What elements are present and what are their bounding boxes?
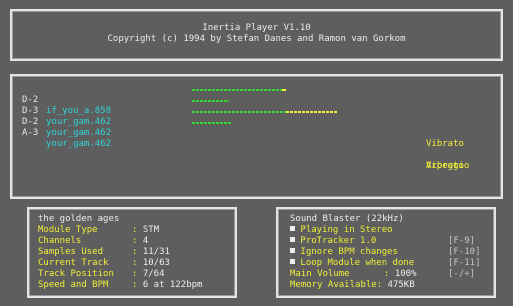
separator: : bbox=[132, 236, 138, 246]
sound-device-panel: Sound Blaster (22kHz) Playing in Stereo … bbox=[276, 207, 496, 298]
memory-label: Memory Available: bbox=[290, 280, 383, 290]
sound-device-name: Sound Blaster (22kHz) bbox=[290, 214, 404, 224]
module-type-label: Module Type bbox=[38, 225, 98, 235]
module-name: the golden ages bbox=[38, 214, 120, 224]
channels-value: 4 bbox=[142, 236, 149, 246]
speed-value-row: : 6 at 122bpm bbox=[132, 280, 202, 291]
option-label: Playing in Stereo bbox=[300, 225, 393, 235]
separator: : bbox=[132, 225, 138, 235]
volume-label: Main Volume bbox=[290, 269, 350, 279]
channels-row: Channels bbox=[38, 236, 81, 247]
app-title: Inertia Player V1.10 bbox=[202, 23, 311, 33]
track-row: Current Track bbox=[38, 258, 108, 269]
volume-value-row[interactable]: : 100% bbox=[384, 269, 417, 280]
position-value: 7/64 bbox=[142, 269, 165, 279]
option-hotkey: [F-10] bbox=[448, 247, 481, 257]
option-hotkey: [F-9] bbox=[448, 236, 476, 246]
channel-row: A-3 your_gam.462 Vibrato bbox=[22, 117, 464, 171]
samples-value-row: : 11/31 bbox=[132, 247, 170, 258]
channel-volume-overflow bbox=[286, 111, 337, 113]
samples-row: Samples Used bbox=[38, 247, 103, 258]
channel-effect: Vibrato bbox=[426, 139, 464, 149]
volume-value: 100% bbox=[394, 269, 417, 279]
channel-row: D-2 your_gam.462 Arpeggio bbox=[22, 106, 469, 171]
track-value-row: : 10/63 bbox=[132, 258, 170, 269]
channel-sample: your_gam.462 bbox=[46, 139, 112, 149]
channel-sample: your_gam.462 bbox=[46, 128, 112, 138]
position-value-row: : 7/64 bbox=[132, 269, 165, 280]
position-label: Track Position bbox=[38, 269, 114, 279]
channel-row: D-2 if_you_a.858 bbox=[22, 84, 286, 116]
option-stereo[interactable]: Playing in Stereo bbox=[290, 225, 393, 236]
channel-volume-meter bbox=[192, 111, 286, 113]
track-label: Current Track bbox=[38, 258, 109, 268]
bullet-icon bbox=[290, 237, 295, 242]
channel-volume-meter bbox=[192, 100, 229, 102]
bullet-icon bbox=[290, 248, 295, 253]
channel-panel: D-2 if_you_a.858 D-3 your_gam.462 Vibrat… bbox=[10, 74, 503, 199]
option-loop[interactable]: Loop Module when done bbox=[290, 258, 414, 269]
channel-sample: your_gam.462 bbox=[46, 117, 112, 127]
channels-label: Channels bbox=[38, 236, 82, 246]
module-type-value-row: : STM bbox=[132, 225, 159, 236]
memory-row: Memory Available: 475KB bbox=[290, 280, 415, 291]
samples-label: Samples Used bbox=[38, 247, 104, 257]
separator: : bbox=[132, 258, 138, 268]
option-label: ProTracker 1.0 bbox=[300, 236, 377, 246]
separator: : bbox=[132, 247, 138, 257]
bullet-icon bbox=[290, 259, 295, 264]
channel-volume-meter bbox=[192, 89, 282, 91]
title-panel: Inertia Player V1.10 Copyright (c) 1994 … bbox=[10, 9, 503, 61]
option-label: Loop Module when done bbox=[300, 258, 415, 268]
channel-volume-meter bbox=[192, 122, 232, 124]
channel-note: A-3 bbox=[22, 128, 39, 138]
speed-value: 6 at 122bpm bbox=[142, 280, 203, 290]
channels-value-row: : 4 bbox=[132, 236, 148, 247]
volume-hotkey: [-/+] bbox=[448, 269, 476, 279]
separator: : bbox=[132, 280, 138, 290]
channel-effect: Vibrato bbox=[426, 161, 464, 171]
speed-row: Speed and BPM bbox=[38, 280, 108, 291]
bullet-icon bbox=[290, 226, 295, 231]
channel-peak-marker bbox=[282, 89, 286, 91]
module-type-row: Module Type bbox=[38, 225, 98, 236]
samples-value: 11/31 bbox=[142, 247, 170, 257]
module-info-panel: the golden ages Module Type : STM Channe… bbox=[27, 207, 237, 298]
copyright-notice: Copyright (c) 1994 by Stefan Danes and R… bbox=[107, 34, 406, 44]
module-type-value: STM bbox=[142, 225, 160, 235]
option-label: Ignore BPM changes bbox=[300, 247, 398, 257]
track-value: 10/63 bbox=[142, 258, 170, 268]
channel-sample: if_you_a.858 bbox=[46, 106, 112, 116]
position-row: Track Position bbox=[38, 269, 114, 280]
option-protracker[interactable]: ProTracker 1.0 bbox=[290, 236, 376, 247]
option-hotkey: [F-11] bbox=[448, 258, 481, 268]
memory-value: 475KB bbox=[387, 280, 415, 290]
separator: : bbox=[132, 269, 138, 279]
speed-label: Speed and BPM bbox=[38, 280, 109, 290]
channel-row: D-3 your_gam.462 Vibrato bbox=[22, 95, 464, 149]
option-ignore-bpm[interactable]: Ignore BPM changes bbox=[290, 247, 398, 258]
